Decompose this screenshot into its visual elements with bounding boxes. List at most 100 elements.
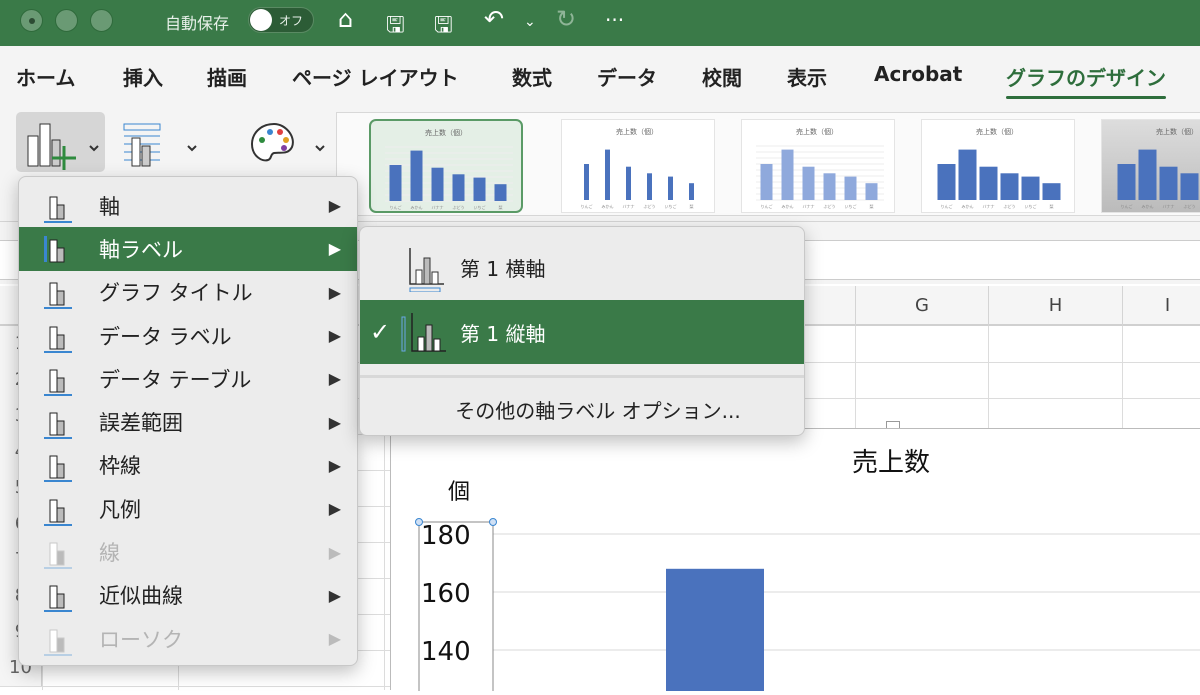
thumbnail-bar <box>823 173 836 200</box>
column-header-i[interactable]: I <box>1122 286 1200 326</box>
tab-data[interactable]: データ <box>597 62 657 91</box>
menu-item-more-axis-title-options[interactable]: その他の軸ラベル オプション... <box>360 377 804 435</box>
menu-item-data-table[interactable]: データ テーブル ▶ <box>19 357 357 400</box>
add-chart-element-button[interactable] <box>16 112 105 172</box>
vertical-axis-title-icon <box>401 313 446 352</box>
menu-item-label: データ ラベル <box>99 324 232 349</box>
zoom-window-button[interactable] <box>90 9 113 32</box>
submenu-arrow-icon: ▶ <box>328 369 341 389</box>
tab-acrobat[interactable]: Acrobat <box>874 62 962 86</box>
thumbnail-category: ぶどう <box>824 203 836 209</box>
error-bars-icon <box>19 405 99 440</box>
thumbnail-title: 売上数（個） <box>425 128 467 137</box>
up-down-bars-icon <box>19 622 99 656</box>
tab-chart-design[interactable]: グラフのデザイン <box>1006 62 1166 99</box>
tab-draw[interactable]: 描画 <box>207 62 247 91</box>
menu-item-trendline[interactable]: 近似曲線 ▶ <box>19 574 357 617</box>
change-colors-button[interactable] <box>244 112 330 172</box>
save-as-icon[interactable]: 🖫 <box>434 8 453 46</box>
submenu-arrow-icon: ▶ <box>328 542 341 562</box>
submenu-arrow-icon: ▶ <box>328 455 341 475</box>
menu-item-axes[interactable]: 軸 ▶ <box>19 184 357 227</box>
thumbnail-category: 梨 <box>499 204 503 210</box>
thumbnail-category: みかん <box>962 203 974 209</box>
chart-style-4[interactable]: 売上数（個） りんご みかん バナナ ぶどう いちご 梨 <box>921 119 1075 213</box>
thumbnail-category: バナナ <box>432 204 444 210</box>
tab-formulas[interactable]: 数式 <box>512 62 552 91</box>
trendline-icon <box>19 578 99 613</box>
thumbnail-bar <box>1159 166 1178 200</box>
home-icon[interactable]: ⌂ <box>338 5 353 33</box>
selection-handle[interactable] <box>415 518 423 526</box>
thumbnail-category: ぶどう <box>644 203 656 209</box>
thumbnail-bar <box>605 149 610 200</box>
chart-style-1[interactable]: 売上数（個） りんご みかん バナナ ぶどう いちご 梨 <box>369 119 523 213</box>
more-icon[interactable]: ··· <box>605 8 624 32</box>
menu-item-gridlines[interactable]: 枠線 ▶ <box>19 444 357 487</box>
redo-icon: ↻ <box>556 5 577 33</box>
menu-item-data-labels[interactable]: データ ラベル ▶ <box>19 314 357 357</box>
menu-item-label: 凡例 <box>99 497 141 522</box>
submenu-arrow-icon: ▶ <box>328 196 341 216</box>
chart-styles-gallery: 売上数（個） りんご みかん バナナ ぶどう いちご 梨 売上数（個） りんご みかん バナナ ぶど… <box>336 112 1200 216</box>
menu-item-label: 軸 <box>99 194 120 219</box>
thumbnail-bar <box>473 177 486 201</box>
menu-item-label: データ テーブル <box>99 367 252 392</box>
menu-item-error-bars[interactable]: 誤差範囲 ▶ <box>19 400 357 443</box>
tab-page-layout[interactable]: ページ レイアウト <box>292 62 459 91</box>
menu-item-chart-title[interactable]: グラフ タイトル ▶ <box>19 271 357 314</box>
thumbnail-bar <box>647 173 652 200</box>
close-window-button[interactable] <box>20 9 43 32</box>
menu-item-label: 第 1 縦軸 <box>460 321 546 346</box>
autosave-toggle[interactable]: オフ <box>248 7 314 33</box>
thumbnail-category: ぶどう <box>1184 203 1196 209</box>
minimize-window-button[interactable] <box>55 9 78 32</box>
tab-insert[interactable]: 挿入 <box>123 62 163 91</box>
thumbnail-category: みかん <box>782 203 794 209</box>
y-tick-label: 160 <box>421 579 471 609</box>
menu-item-primary-vertical[interactable]: ✓ 第 1 縦軸 <box>360 300 804 364</box>
chart-area[interactable]: 売上数 個 180 160 140 <box>390 428 1200 695</box>
thumbnail-bar <box>1021 176 1040 200</box>
quick-layout-button[interactable] <box>118 112 208 172</box>
undo-dropdown-icon[interactable]: ⌄ <box>524 14 536 30</box>
thumbnail-bar <box>494 184 507 201</box>
thumbnail-category: みかん <box>602 203 614 209</box>
thumbnail-category: バナナ <box>983 203 995 209</box>
selection-handle[interactable] <box>489 518 497 526</box>
tab-view[interactable]: 表示 <box>787 62 827 91</box>
chart-style-5[interactable]: 売上数（個）りんごみかんバナナぶどういちご梨 <box>1101 119 1200 213</box>
submenu-arrow-icon: ▶ <box>328 412 341 432</box>
menu-item-label: 近似曲線 <box>99 584 183 609</box>
thumbnail-bar <box>668 176 673 200</box>
thumbnail-category: ぶどう <box>1004 203 1016 209</box>
data-labels-icon <box>19 319 99 353</box>
thumbnail-category: みかん <box>1142 203 1154 209</box>
chart-element-menu: 軸 ▶ 軸ラベル ▶ グラフ タイトル ▶ データ ラベル ▶ データ テーブル… <box>18 176 358 666</box>
y-tick-label: 140 <box>421 637 471 667</box>
tab-home[interactable]: ホーム <box>16 62 75 91</box>
column-header-h[interactable]: H <box>988 286 1122 326</box>
axis-label-submenu: 第 1 横軸 ✓ 第 1 縦軸 その他の軸ラベル オプション... <box>359 226 805 436</box>
chart-style-2[interactable]: 売上数（個） りんご みかん バナナ ぶどう いちご 梨 <box>561 119 715 213</box>
undo-icon[interactable]: ↶ <box>484 5 504 33</box>
thumbnail-bar <box>1042 183 1061 200</box>
tab-review[interactable]: 校閲 <box>702 62 742 91</box>
thumbnail-bar <box>781 149 794 200</box>
bar-1[interactable] <box>666 568 764 691</box>
menu-item-legend[interactable]: 凡例 ▶ <box>19 487 357 530</box>
title-bar: 自動保存 オフ ⌂ 🖫 🖫 ↶ ⌄ ↻ ··· <box>0 0 1200 46</box>
chart-title[interactable]: 売上数 <box>852 448 930 478</box>
menu-item-axis-titles[interactable]: 軸ラベル ▶ <box>19 227 357 271</box>
horizontal-axis-title-icon <box>409 248 444 292</box>
thumbnail-category: りんご <box>761 203 773 209</box>
chart-style-3[interactable]: 売上数（個） りんご みかん バナナ ぶどう いちご 梨 <box>741 119 895 213</box>
thumbnail-bar <box>431 167 444 201</box>
menu-item-primary-horizontal[interactable]: 第 1 横軸 <box>360 235 804 299</box>
column-header-g[interactable]: G <box>855 286 988 326</box>
quick-layout-icon <box>123 123 197 167</box>
axis-title-vertical[interactable]: 個 <box>448 480 470 505</box>
thumbnail-bar <box>802 166 815 200</box>
save-icon[interactable]: 🖫 <box>386 8 405 46</box>
thumbnail-bar <box>760 164 773 200</box>
